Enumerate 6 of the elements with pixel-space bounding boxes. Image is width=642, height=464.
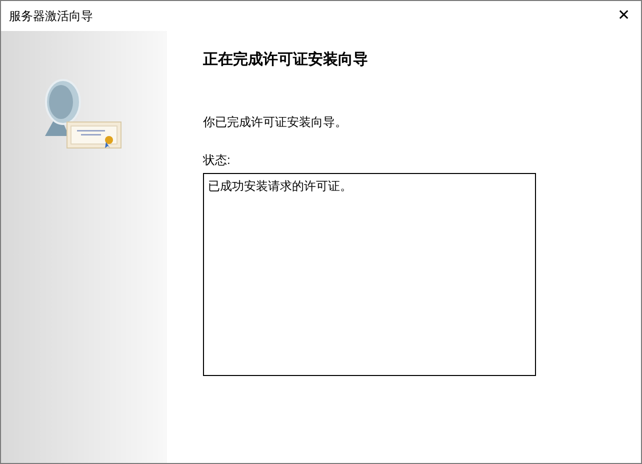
wizard-heading: 正在完成许可证安装向导 xyxy=(203,50,369,70)
status-field[interactable]: 已成功安装请求的许可证。 xyxy=(203,172,536,376)
close-button[interactable]: ✕ xyxy=(609,1,639,31)
completion-message: 你已完成许可证安装向导。 xyxy=(203,114,348,130)
status-label: 状态: xyxy=(203,152,232,168)
window-title: 服务器激活向导 xyxy=(9,8,93,25)
